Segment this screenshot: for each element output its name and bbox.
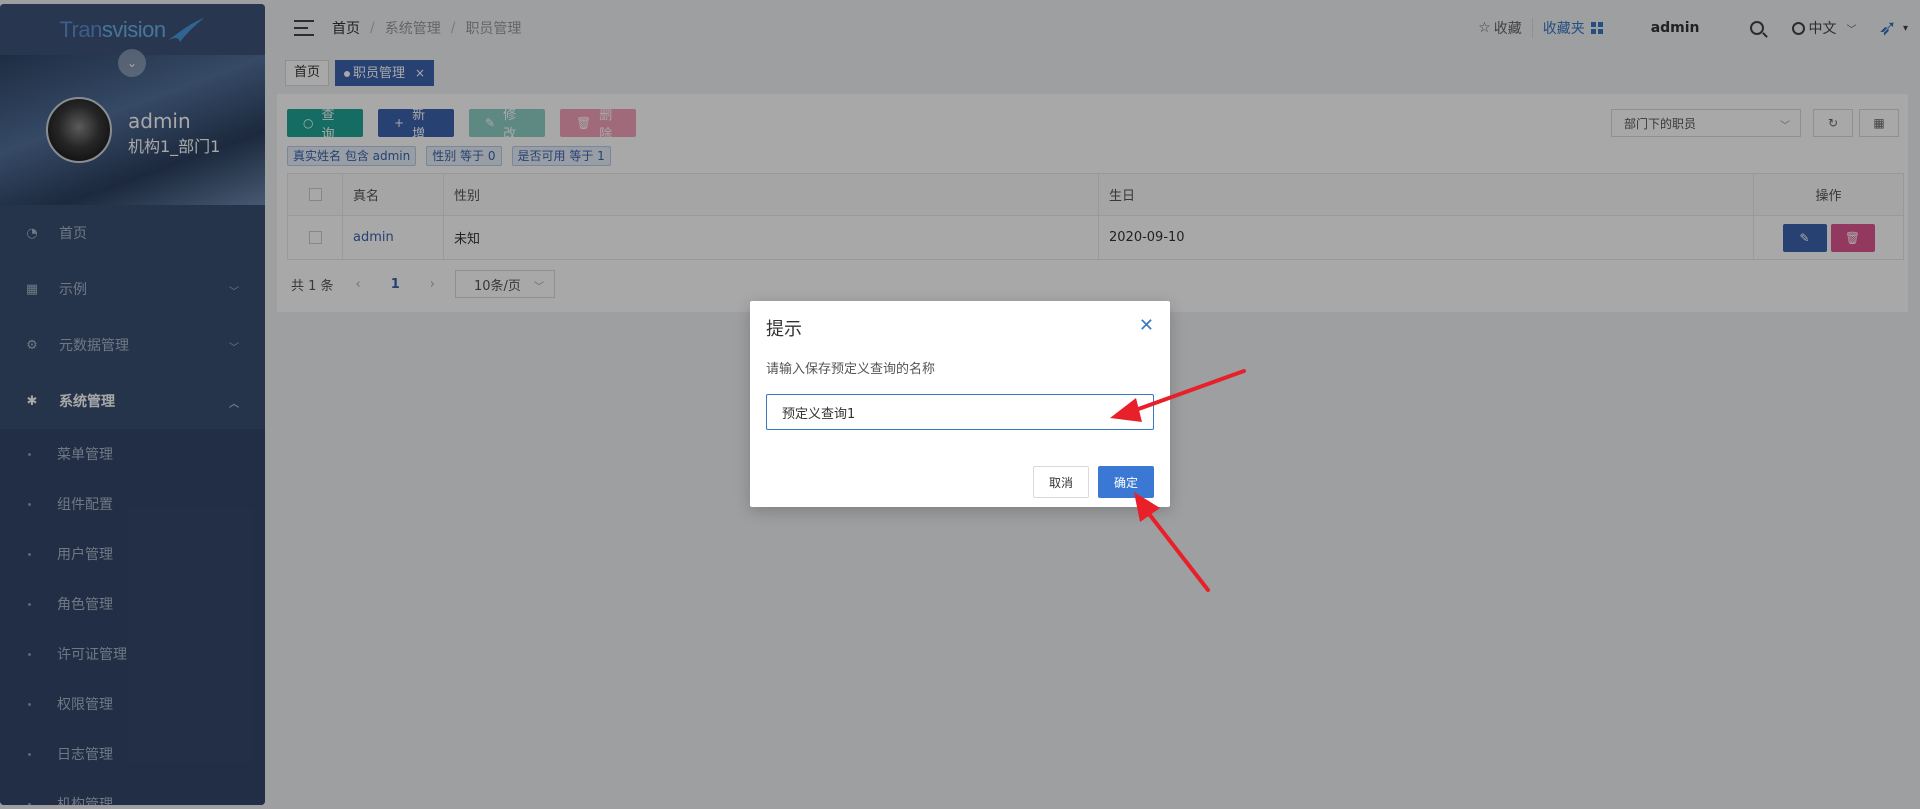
query-name-input[interactable] <box>766 394 1154 430</box>
dialog-message: 请输入保存预定义查询的名称 <box>766 362 936 377</box>
save-query-dialog: 提示 ✕ 请输入保存预定义查询的名称 取消 确定 <box>750 301 1170 507</box>
app-root: Transvision ⌄ admin 机构1_部门1 ◔ 首页 ▦ 示例 ﹀ … <box>0 0 1920 809</box>
close-icon[interactable]: ✕ <box>1139 315 1154 336</box>
cancel-button[interactable]: 取消 <box>1033 466 1089 498</box>
confirm-button[interactable]: 确定 <box>1098 466 1154 498</box>
dialog-title: 提示 <box>766 319 802 340</box>
